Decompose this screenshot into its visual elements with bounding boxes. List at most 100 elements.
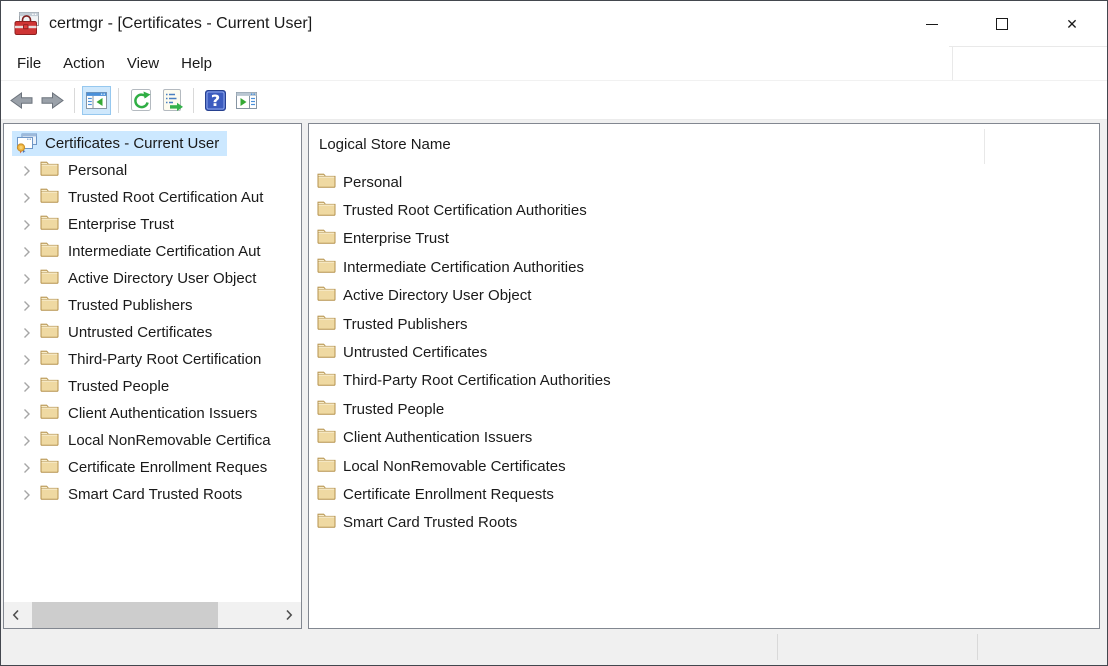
- tree-item[interactable]: Intermediate Certification Aut: [4, 238, 301, 265]
- tree-item[interactable]: Active Directory User Object: [4, 265, 301, 292]
- toolbar: ?: [1, 81, 1107, 120]
- menu-item[interactable]: Action: [52, 49, 116, 78]
- status-divider: [777, 634, 778, 660]
- folder-icon: [317, 228, 336, 249]
- list-item-label: Trusted Root Certification Authorities: [343, 202, 587, 219]
- back-button[interactable]: [7, 86, 36, 115]
- tree-item-label: Local NonRemovable Certifica: [68, 432, 271, 449]
- toolbar-separator: [74, 88, 75, 113]
- console-tree-panel: Certificates - Current User: [3, 123, 302, 629]
- folder-icon: [317, 399, 336, 420]
- menu-item[interactable]: File: [6, 49, 52, 78]
- show-hide-console-tree-button[interactable]: [82, 86, 111, 115]
- list-header-row: Logical Store Name: [309, 124, 1099, 166]
- expand-chevron-icon[interactable]: [23, 435, 33, 447]
- folder-icon: [317, 200, 336, 221]
- tree-horizontal-scrollbar[interactable]: [4, 602, 301, 628]
- list-item[interactable]: Local NonRemovable Certificates: [309, 452, 1099, 480]
- folder-icon: [317, 172, 336, 193]
- list-item-label: Enterprise Trust: [343, 230, 449, 247]
- tree-item-label: Third-Party Root Certification: [68, 351, 261, 368]
- tree-item-label: Certificate Enrollment Reques: [68, 459, 267, 476]
- expand-chevron-icon[interactable]: [23, 219, 33, 231]
- list-item[interactable]: Enterprise Trust: [309, 225, 1099, 253]
- expand-chevron-icon[interactable]: [23, 300, 33, 312]
- list-item[interactable]: Trusted Root Certification Authorities: [309, 196, 1099, 224]
- expand-chevron-icon[interactable]: [23, 489, 33, 501]
- list-item[interactable]: Active Directory User Object: [309, 282, 1099, 310]
- tree-item[interactable]: Personal: [4, 157, 301, 184]
- folder-icon: [40, 376, 59, 397]
- list-item[interactable]: Certificate Enrollment Requests: [309, 480, 1099, 508]
- expand-chevron-icon[interactable]: [23, 408, 33, 420]
- folder-icon: [40, 349, 59, 370]
- tree-root-label: Certificates - Current User: [45, 135, 219, 152]
- tree-item[interactable]: Certificate Enrollment Reques: [4, 454, 301, 481]
- list-item[interactable]: Trusted People: [309, 395, 1099, 423]
- list-item-label: Active Directory User Object: [343, 287, 531, 304]
- expand-chevron-icon[interactable]: [23, 327, 33, 339]
- refresh-icon: [129, 88, 153, 112]
- tree-item[interactable]: Trusted Root Certification Aut: [4, 184, 301, 211]
- tree-item[interactable]: Local NonRemovable Certifica: [4, 427, 301, 454]
- expand-chevron-icon[interactable]: [23, 462, 33, 474]
- tree-item[interactable]: Third-Party Root Certification: [4, 346, 301, 373]
- show-hide-action-pane-button[interactable]: [232, 86, 261, 115]
- title-bar: certmgr - [Certificates - Current User] …: [1, 1, 1107, 47]
- folder-icon: [40, 241, 59, 262]
- maximize-button[interactable]: [967, 1, 1037, 47]
- forward-arrow-icon: [40, 91, 65, 110]
- list-item-label: Untrusted Certificates: [343, 344, 487, 361]
- expand-chevron-icon[interactable]: [23, 354, 33, 366]
- folder-icon: [317, 427, 336, 448]
- folder-icon: [40, 214, 59, 235]
- list-item[interactable]: Untrusted Certificates: [309, 338, 1099, 366]
- minimize-button[interactable]: [897, 1, 967, 47]
- expand-chevron-icon[interactable]: [23, 381, 33, 393]
- scroll-left-button[interactable]: [4, 602, 28, 628]
- store-list-panel: Logical Store Name Personal: [308, 123, 1100, 629]
- refresh-button[interactable]: [126, 86, 155, 115]
- export-list-button[interactable]: [157, 86, 186, 115]
- expand-chevron-icon[interactable]: [23, 273, 33, 285]
- list-item[interactable]: Trusted Publishers: [309, 310, 1099, 338]
- toolbar-separator: [193, 88, 194, 113]
- menu-item[interactable]: View: [116, 49, 170, 78]
- folder-icon: [40, 484, 59, 505]
- tree-item[interactable]: Client Authentication Issuers: [4, 400, 301, 427]
- tree-item[interactable]: Trusted People: [4, 373, 301, 400]
- folder-icon: [317, 456, 336, 477]
- list-item[interactable]: Client Authentication Issuers: [309, 424, 1099, 452]
- folder-icon: [40, 403, 59, 424]
- main-area: Certificates - Current User: [1, 120, 1107, 631]
- help-icon: ?: [204, 89, 227, 112]
- svg-text:?: ?: [211, 91, 220, 110]
- folder-icon: [317, 484, 336, 505]
- list-item[interactable]: Intermediate Certification Authorities: [309, 253, 1099, 281]
- expand-chevron-icon[interactable]: [23, 192, 33, 204]
- tree-root-certificates-current-user[interactable]: Certificates - Current User: [4, 130, 301, 157]
- column-divider[interactable]: [984, 129, 985, 164]
- list-item-label: Smart Card Trusted Roots: [343, 514, 517, 531]
- tree-item-label: Intermediate Certification Aut: [68, 243, 261, 260]
- certmgr-window: certmgr - [Certificates - Current User] …: [0, 0, 1108, 666]
- list-item[interactable]: Third-Party Root Certification Authoriti…: [309, 367, 1099, 395]
- scroll-right-button[interactable]: [277, 602, 301, 628]
- menu-item[interactable]: Help: [170, 49, 223, 78]
- tree-item[interactable]: Trusted Publishers: [4, 292, 301, 319]
- scrollbar-thumb[interactable]: [32, 602, 218, 628]
- list-item[interactable]: Smart Card Trusted Roots: [309, 509, 1099, 537]
- tree-item[interactable]: Smart Card Trusted Roots: [4, 481, 301, 508]
- help-button[interactable]: ?: [201, 86, 230, 115]
- list-item[interactable]: Personal: [309, 168, 1099, 196]
- close-button[interactable]: ✕: [1037, 1, 1107, 47]
- folder-icon: [317, 512, 336, 533]
- expand-chevron-icon[interactable]: [23, 165, 33, 177]
- status-divider: [977, 634, 978, 660]
- column-header-logical-store-name[interactable]: Logical Store Name: [319, 136, 451, 153]
- forward-button[interactable]: [38, 86, 67, 115]
- expand-chevron-icon[interactable]: [23, 246, 33, 258]
- tree-item[interactable]: Untrusted Certificates: [4, 319, 301, 346]
- folder-icon: [40, 322, 59, 343]
- tree-item[interactable]: Enterprise Trust: [4, 211, 301, 238]
